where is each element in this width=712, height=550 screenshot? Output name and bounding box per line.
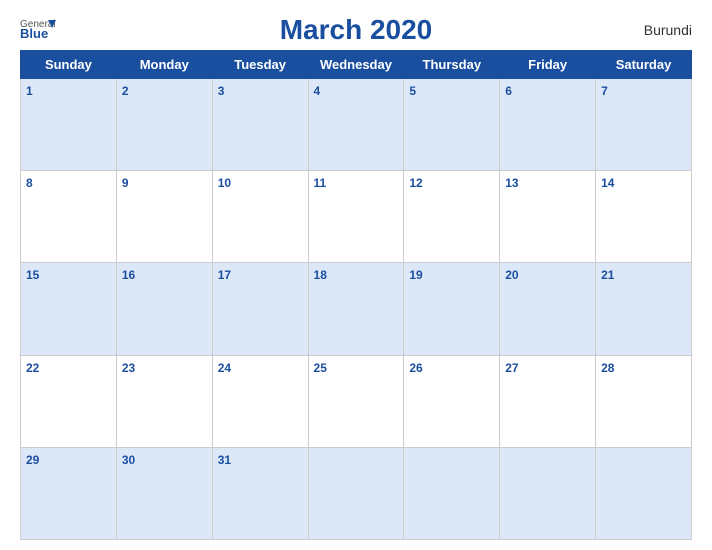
table-row: 1 (21, 79, 117, 171)
table-row: 28 (596, 355, 692, 447)
day-number: 12 (409, 176, 422, 190)
col-friday: Friday (500, 51, 596, 79)
table-row: 31 (212, 447, 308, 539)
day-number: 20 (505, 268, 518, 282)
col-wednesday: Wednesday (308, 51, 404, 79)
table-row: 8 (21, 171, 117, 263)
table-row: 17 (212, 263, 308, 355)
table-row: 20 (500, 263, 596, 355)
table-row (500, 447, 596, 539)
col-tuesday: Tuesday (212, 51, 308, 79)
day-number: 23 (122, 361, 135, 375)
table-row: 16 (116, 263, 212, 355)
col-saturday: Saturday (596, 51, 692, 79)
day-number: 27 (505, 361, 518, 375)
day-number: 5 (409, 84, 416, 98)
day-number: 25 (314, 361, 327, 375)
calendar-body: 1234567891011121314151617181920212223242… (21, 79, 692, 540)
table-row: 27 (500, 355, 596, 447)
day-number: 3 (218, 84, 225, 98)
day-number: 16 (122, 268, 135, 282)
day-number: 26 (409, 361, 422, 375)
day-number: 10 (218, 176, 231, 190)
day-number: 18 (314, 268, 327, 282)
table-row: 22 (21, 355, 117, 447)
day-number: 1 (26, 84, 33, 98)
table-row: 24 (212, 355, 308, 447)
table-row: 3 (212, 79, 308, 171)
logo-icon: General Blue (20, 16, 56, 44)
table-row: 18 (308, 263, 404, 355)
calendar-table: Sunday Monday Tuesday Wednesday Thursday… (20, 50, 692, 540)
day-number: 2 (122, 84, 129, 98)
day-number: 28 (601, 361, 614, 375)
table-row: 11 (308, 171, 404, 263)
table-row: 21 (596, 263, 692, 355)
day-number: 14 (601, 176, 614, 190)
page-title: March 2020 (280, 14, 433, 46)
day-number: 8 (26, 176, 33, 190)
table-row: 15 (21, 263, 117, 355)
calendar-week-row: 22 23 24 25 26 27 28 (21, 355, 692, 447)
table-row (308, 447, 404, 539)
calendar-header-row: Sunday Monday Tuesday Wednesday Thursday… (21, 51, 692, 79)
table-row: 4 (308, 79, 404, 171)
calendar-week-row: 8 9 10 11 12 13 14 (21, 171, 692, 263)
day-number: 24 (218, 361, 231, 375)
calendar-week-row: 1 2 3 4 5 6 7 (21, 79, 692, 171)
table-row: 30 (116, 447, 212, 539)
table-row: 14 (596, 171, 692, 263)
table-row: 29 (21, 447, 117, 539)
table-row: 25 (308, 355, 404, 447)
table-row (404, 447, 500, 539)
day-number: 21 (601, 268, 614, 282)
svg-text:Blue: Blue (20, 26, 48, 41)
day-number: 13 (505, 176, 518, 190)
table-row: 23 (116, 355, 212, 447)
logo: General Blue (20, 16, 56, 44)
table-row: 6 (500, 79, 596, 171)
day-number: 22 (26, 361, 39, 375)
table-row: 2 (116, 79, 212, 171)
day-number: 11 (314, 176, 327, 190)
table-row: 7 (596, 79, 692, 171)
day-number: 29 (26, 453, 39, 467)
day-number: 30 (122, 453, 135, 467)
col-sunday: Sunday (21, 51, 117, 79)
table-row: 26 (404, 355, 500, 447)
col-monday: Monday (116, 51, 212, 79)
table-row (596, 447, 692, 539)
day-number: 19 (409, 268, 422, 282)
country-label: Burundi (644, 22, 692, 38)
table-row: 10 (212, 171, 308, 263)
table-row: 19 (404, 263, 500, 355)
table-row: 13 (500, 171, 596, 263)
calendar-week-row: 29 30 31 (21, 447, 692, 539)
day-number: 31 (218, 453, 231, 467)
day-number: 15 (26, 268, 39, 282)
day-number: 9 (122, 176, 129, 190)
table-row: 12 (404, 171, 500, 263)
table-row: 9 (116, 171, 212, 263)
day-number: 6 (505, 84, 512, 98)
day-number: 7 (601, 84, 608, 98)
calendar-week-row: 15 16 17 18 19 20 21 (21, 263, 692, 355)
col-thursday: Thursday (404, 51, 500, 79)
calendar-header: General Blue March 2020 Burundi (20, 14, 692, 46)
table-row: 5 (404, 79, 500, 171)
day-number: 4 (314, 84, 321, 98)
day-number: 17 (218, 268, 231, 282)
